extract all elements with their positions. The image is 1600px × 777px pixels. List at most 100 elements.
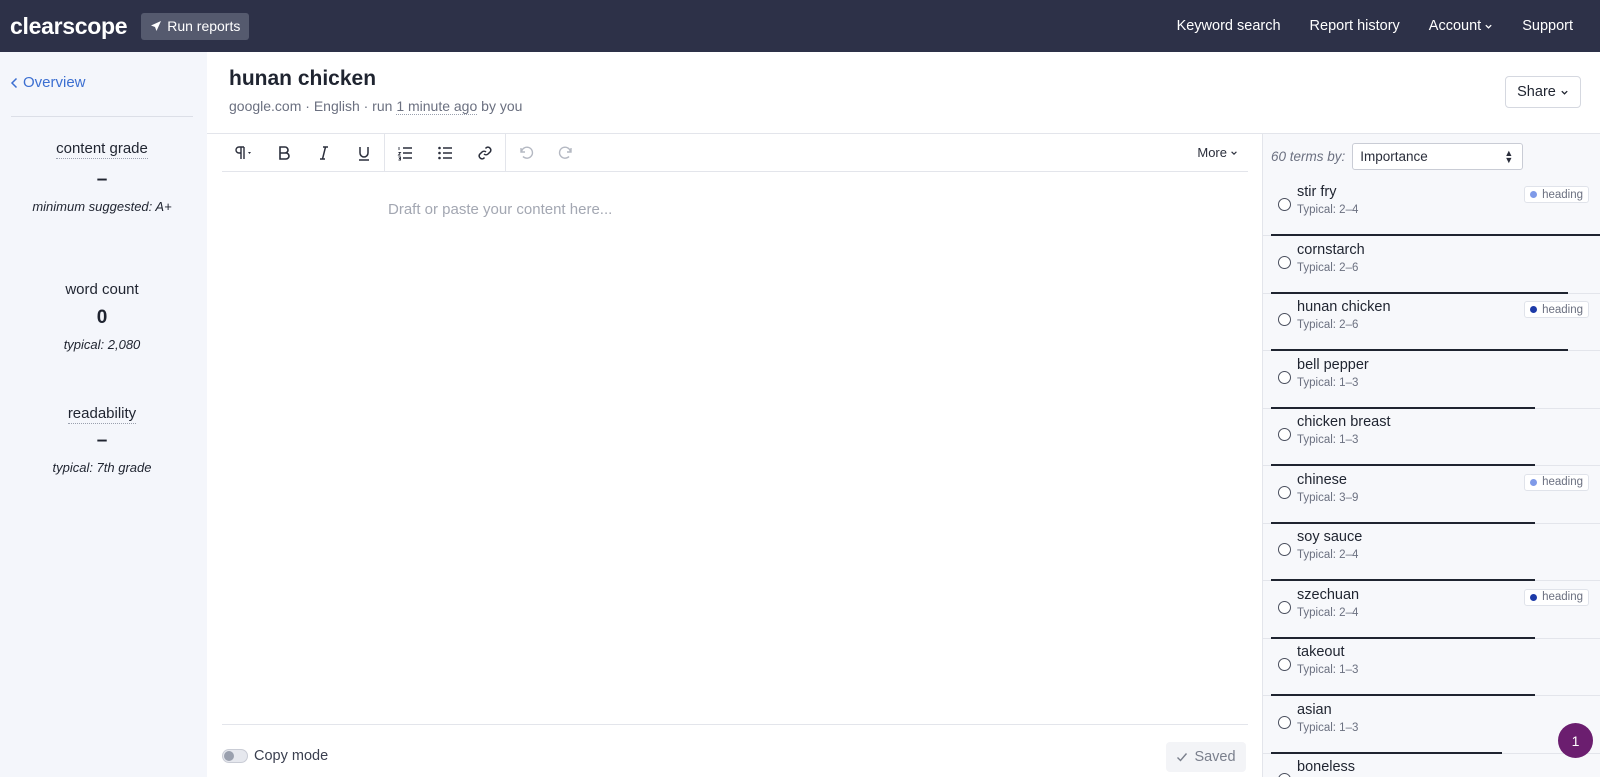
- editor-footer-divider: [222, 724, 1248, 725]
- term-radio[interactable]: [1278, 715, 1291, 729]
- terms-count-label: 60 terms by:: [1271, 149, 1346, 164]
- term-row[interactable]: stir fry Typical: 2–4 heading: [1263, 179, 1600, 236]
- word-count-metric: word count 0 typical: 2,080: [0, 281, 204, 352]
- term-radio[interactable]: [1278, 658, 1291, 671]
- chevron-down-icon: [1485, 24, 1492, 29]
- copy-mode-label: Copy mode: [254, 748, 329, 764]
- left-sidebar: Overview content grade – minimum suggest…: [0, 52, 207, 777]
- term-row[interactable]: hunan chicken Typical: 2–6 heading: [1263, 294, 1600, 351]
- heading-badge: heading: [1524, 473, 1589, 491]
- term-row[interactable]: asian Typical: 1–3: [1263, 697, 1600, 754]
- content-grade-metric: content grade – minimum suggested: A+: [0, 140, 204, 214]
- heading-badge: heading: [1524, 301, 1589, 318]
- term-radio[interactable]: [1278, 485, 1291, 499]
- term-radio[interactable]: [1278, 428, 1291, 441]
- term-typical: Typical: 1–3: [1297, 664, 1359, 676]
- term-typical: Typical: 3–9: [1297, 491, 1359, 504]
- term-typical: Typical: 1–3: [1297, 434, 1359, 446]
- nav-report-history[interactable]: Report history: [1310, 18, 1400, 34]
- term-row[interactable]: chinese Typical: 3–9 heading: [1263, 467, 1600, 524]
- more-label: More: [1197, 145, 1227, 160]
- nav-support[interactable]: Support: [1522, 18, 1573, 34]
- readability-label[interactable]: readability: [67, 405, 137, 424]
- bold-icon: [279, 145, 290, 160]
- redo-button[interactable]: [546, 134, 586, 172]
- chevron-left-icon: [10, 77, 18, 88]
- term-name: cornstarch: [1297, 241, 1365, 258]
- undo-button[interactable]: [506, 134, 546, 172]
- more-menu-button[interactable]: More: [1197, 145, 1238, 160]
- term-radio[interactable]: [1278, 313, 1291, 326]
- readability-metric: readability – typical: 7th grade: [0, 405, 204, 475]
- report-meta-suffix: by you: [477, 98, 523, 114]
- term-typical: Typical: 2–6: [1297, 261, 1359, 274]
- term-radio[interactable]: [1278, 600, 1291, 614]
- send-icon: [151, 21, 162, 31]
- paragraph-style-button[interactable]: [222, 134, 264, 172]
- nav-keyword-search[interactable]: Keyword search: [1177, 18, 1281, 34]
- term-name: chinese: [1297, 471, 1347, 488]
- chevron-down-icon: [1561, 90, 1568, 95]
- term-name: takeout: [1297, 644, 1345, 660]
- term-radio[interactable]: [1278, 255, 1291, 269]
- term-radio[interactable]: [1278, 370, 1291, 384]
- italic-button[interactable]: [304, 134, 344, 172]
- share-label: Share: [1517, 84, 1556, 100]
- logo[interactable]: clearscope: [10, 13, 128, 40]
- term-row[interactable]: boneless: [1263, 754, 1600, 777]
- word-count-value: 0: [96, 307, 108, 328]
- term-row[interactable]: takeout Typical: 1–3: [1263, 639, 1600, 696]
- nav-account-label: Account: [1428, 18, 1482, 34]
- readability-value: –: [96, 430, 108, 451]
- italic-icon: [320, 145, 328, 160]
- heading-dot-icon: [1530, 306, 1538, 313]
- term-radio[interactable]: [1278, 773, 1291, 777]
- overview-link[interactable]: Overview: [10, 74, 86, 91]
- term-name: asian: [1297, 701, 1332, 718]
- readability-sub: typical: 7th grade: [52, 460, 152, 475]
- overview-label: Overview: [23, 74, 86, 91]
- term-row[interactable]: bell pepper Typical: 1–3: [1263, 352, 1600, 409]
- link-button[interactable]: [465, 134, 505, 172]
- top-nav: clearscope Run reports Keyword search Re…: [0, 0, 1600, 52]
- term-row[interactable]: szechuan Typical: 2–4 heading: [1263, 582, 1600, 639]
- term-name: boneless: [1297, 759, 1356, 775]
- content-grade-label[interactable]: content grade: [56, 140, 148, 159]
- redo-icon: [558, 146, 572, 159]
- link-icon: [478, 145, 492, 160]
- term-name: szechuan: [1297, 586, 1360, 603]
- sidebar-divider: [11, 116, 193, 117]
- content-grade-sub: minimum suggested: A+: [32, 199, 172, 214]
- run-reports-button[interactable]: Run reports: [141, 12, 250, 40]
- ordered-list-icon: [397, 146, 412, 160]
- term-row[interactable]: soy sauce Typical: 2–4: [1263, 524, 1600, 581]
- term-radio[interactable]: [1278, 543, 1291, 556]
- terms-sort-select[interactable]: Importance ▲ ▼: [1352, 143, 1524, 170]
- editor-placeholder[interactable]: Draft or paste your content here...: [388, 201, 612, 218]
- bold-button[interactable]: [264, 134, 304, 172]
- report-meta: google.com · English · run 1 minute ago …: [229, 98, 523, 115]
- heading-label: heading: [1542, 591, 1583, 603]
- underline-button[interactable]: [344, 134, 384, 172]
- toggle-knob: [224, 751, 234, 761]
- copy-mode-toggle[interactable]: [222, 749, 248, 763]
- heading-dot-icon: [1530, 593, 1538, 601]
- nav-keyword-search-label: Keyword search: [1176, 18, 1281, 34]
- term-name: hunan chicken: [1297, 299, 1391, 315]
- select-arrows-icon: ▲ ▼: [1504, 148, 1514, 165]
- nav-account[interactable]: Account: [1429, 18, 1493, 34]
- share-button[interactable]: Share: [1505, 76, 1581, 108]
- ordered-list-button[interactable]: [385, 134, 425, 172]
- heading-badge: heading: [1524, 588, 1589, 606]
- term-name: bell pepper: [1297, 356, 1369, 373]
- bullet-list-button[interactable]: [425, 134, 465, 172]
- nav-links: Keyword search Report history Account Su…: [1148, 18, 1573, 34]
- notification-bubble[interactable]: 1: [1558, 723, 1593, 758]
- editor-toolbar: More: [222, 133, 1248, 172]
- term-row[interactable]: cornstarch Typical: 2–6: [1263, 237, 1600, 294]
- term-radio[interactable]: [1278, 198, 1291, 211]
- term-row[interactable]: chicken breast Typical: 1–3: [1263, 409, 1600, 466]
- heading-badge: heading: [1524, 186, 1589, 203]
- term-typical: Typical: 2–4: [1297, 549, 1359, 561]
- heading-label: heading: [1542, 188, 1583, 201]
